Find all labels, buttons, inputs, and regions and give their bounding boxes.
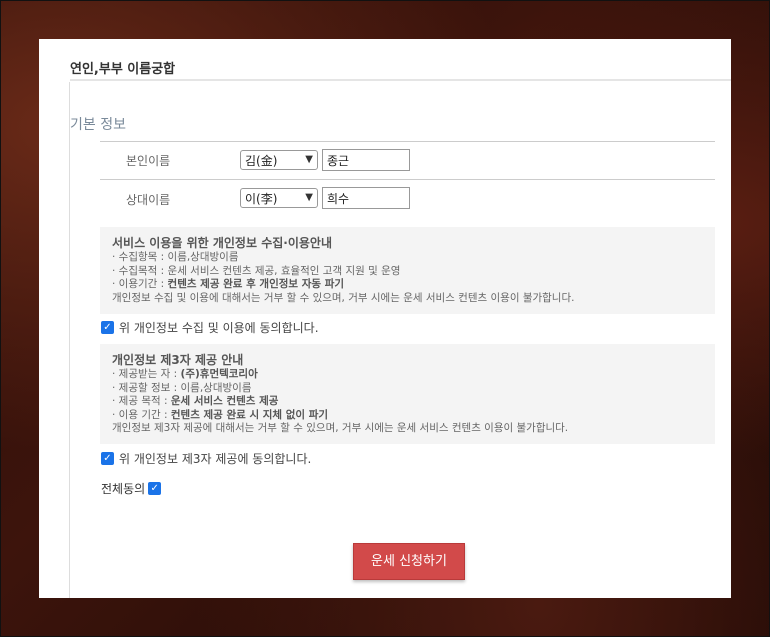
third-party-notice-line: · 제공 목적 : 운세 서비스 컨텐츠 제공 — [112, 395, 279, 407]
self-surname-select[interactable]: 김(金) ▼ — [240, 150, 318, 170]
privacy-notice-title: 서비스 이용을 위한 개인정보 수집·이용안내 — [112, 236, 332, 250]
all-agree-checkbox[interactable]: ✓ — [148, 482, 162, 495]
self-surname-value: 김(金) — [245, 154, 278, 168]
partner-surname-select[interactable]: 이(李) ▼ — [240, 188, 318, 208]
privacy-notice: 서비스 이용을 위한 개인정보 수집·이용안내 · 수집항목 : 이름,상대방이… — [100, 227, 715, 314]
privacy-agree-checkbox[interactable]: ✓ — [101, 321, 114, 334]
privacy-notice-line: · 수집항목 : 이름,상대방이름 — [112, 251, 239, 263]
divider — [100, 141, 715, 142]
third-party-notice-line: · 이용 기간 : 컨텐츠 제공 완료 시 지체 없이 파기 — [112, 408, 329, 421]
all-agree-label: 전체동의 — [101, 482, 146, 496]
privacy-notice-line: · 수집목적 : 운세 서비스 컨텐츠 제공, 효율적인 고객 지원 및 운영 — [112, 264, 401, 277]
chevron-down-icon: ▼ — [305, 192, 313, 203]
divider — [100, 179, 715, 180]
partner-name-label: 상대이름 — [126, 193, 171, 207]
third-party-notice: 개인정보 제3자 제공 안내 · 제공받는 자 : (주)휴먼텍코리아 · 제공… — [100, 344, 715, 444]
third-party-notice-line: · 제공받는 자 : (주)휴먼텍코리아 — [112, 368, 258, 380]
privacy-agree[interactable]: ✓ 위 개인정보 수집 및 이용에 동의합니다. — [101, 319, 319, 336]
submit-button[interactable]: 운세 신청하기 — [353, 543, 465, 580]
form-panel: 연인,부부 이름궁합 기본 정보 본인이름 김(金) ▼ 종근 상대이름 이(李… — [39, 39, 731, 598]
section-title-basic: 기본 정보 — [70, 117, 126, 133]
privacy-notice-line: · 이용기간 : 컨텐츠 제공 완료 후 개인정보 자동 파기 — [112, 278, 345, 290]
all-agree[interactable]: 전체동의 ✓ — [101, 480, 162, 497]
chevron-down-icon: ▼ — [305, 154, 313, 165]
self-name-input[interactable]: 종근 — [322, 149, 410, 171]
third-party-notice-line: 개인정보 제3자 제공에 대해서는 거부 할 수 있으며, 거부 시에는 운세 … — [112, 422, 569, 434]
partner-surname-value: 이(李) — [245, 192, 278, 206]
privacy-notice-line: 개인정보 수집 및 이용에 대해서는 거부 할 수 있으며, 거부 시에는 운세… — [112, 291, 575, 304]
title-divider — [70, 79, 731, 81]
partner-name-input[interactable]: 희수 — [322, 187, 410, 209]
panel-title: 연인,부부 이름궁합 — [70, 62, 176, 77]
third-party-notice-title: 개인정보 제3자 제공 안내 — [112, 353, 244, 367]
privacy-agree-label: 위 개인정보 수집 및 이용에 동의합니다. — [119, 321, 319, 335]
third-party-notice-line: · 제공할 정보 : 이름,상대방이름 — [112, 381, 252, 394]
third-party-agree-label: 위 개인정보 제3자 제공에 동의합니다. — [119, 452, 312, 466]
self-name-label: 본인이름 — [126, 154, 171, 168]
third-party-agree-checkbox[interactable]: ✓ — [101, 452, 114, 465]
third-party-agree[interactable]: ✓ 위 개인정보 제3자 제공에 동의합니다. — [101, 450, 311, 467]
